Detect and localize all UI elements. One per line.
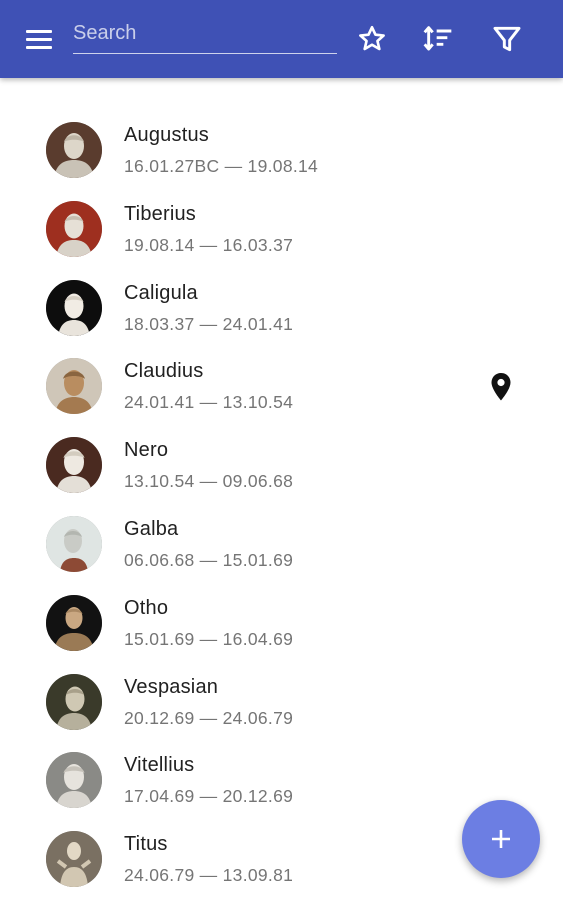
- add-button[interactable]: [462, 800, 540, 878]
- emperor-name: Vespasian: [124, 675, 219, 698]
- reign-dates: 06.06.68 — 15.01.69: [124, 549, 294, 570]
- avatar: [46, 831, 102, 888]
- app-screen: Augustus 16.01.27BC — 19.08.14 Tiberius …: [0, 0, 563, 900]
- star-outline-icon[interactable]: [356, 22, 388, 56]
- reign-dates: 24.01.41 — 13.10.54: [124, 392, 294, 413]
- list-item[interactable]: Caligula 18.03.37 — 24.01.41: [0, 258, 563, 337]
- avatar: [46, 673, 102, 730]
- avatar: [46, 515, 102, 572]
- avatar: [46, 200, 102, 257]
- add-icon: [492, 830, 510, 848]
- reign-dates: 20.12.69 — 24.06.79: [124, 707, 294, 728]
- avatar: [46, 594, 102, 651]
- menu-icon[interactable]: [24, 27, 55, 51]
- list-item[interactable]: Nero 13.10.54 — 09.06.68: [0, 415, 563, 494]
- emperor-name: Galba: [124, 517, 179, 540]
- emperor-name: Augustus: [124, 124, 209, 146]
- avatar: [46, 437, 102, 494]
- location-pin-icon[interactable]: [489, 372, 513, 402]
- emperor-name: Claudius: [124, 360, 204, 383]
- emperor-name: Nero: [124, 439, 169, 462]
- emperor-name: Titus: [124, 833, 168, 856]
- reign-dates: 18.03.37 — 24.01.41: [124, 313, 294, 334]
- reign-dates: 16.01.27BC — 19.08.14: [124, 156, 319, 176]
- sort-icon[interactable]: [422, 22, 454, 56]
- emperor-name: Otho: [124, 596, 169, 619]
- reign-dates: 19.08.14 — 16.03.37: [124, 234, 294, 255]
- emperor-name: Caligula: [124, 281, 198, 304]
- list-item[interactable]: Vitellius 17.04.69 — 20.12.69: [0, 730, 563, 809]
- top-app-bar: [0, 0, 563, 78]
- list-item[interactable]: Claudius 24.01.41 — 13.10.54: [0, 336, 563, 415]
- reign-dates: 24.06.79 — 13.09.81: [124, 865, 294, 886]
- avatar: [46, 752, 102, 809]
- reign-dates: 13.10.54 — 09.06.68: [124, 471, 294, 492]
- list-item[interactable]: Galba 06.06.68 — 15.01.69: [0, 494, 563, 573]
- avatar: [46, 279, 102, 336]
- list-item[interactable]: Vespasian 20.12.69 — 24.06.79: [0, 652, 563, 731]
- emperor-name: Tiberius: [124, 202, 196, 225]
- emperor-list: Augustus 16.01.27BC — 19.08.14 Tiberius …: [0, 100, 563, 888]
- avatar: [46, 358, 102, 415]
- reign-dates: 17.04.69 — 20.12.69: [124, 786, 294, 807]
- search-input[interactable]: [73, 18, 337, 54]
- avatar: [46, 122, 102, 178]
- emperor-name: Vitellius: [124, 754, 195, 777]
- filter-icon[interactable]: [491, 22, 523, 56]
- list-item[interactable]: Tiberius 19.08.14 — 16.03.37: [0, 179, 563, 258]
- list-item[interactable]: Augustus 16.01.27BC — 19.08.14: [0, 100, 563, 179]
- list-item[interactable]: Otho 15.01.69 — 16.04.69: [0, 573, 563, 652]
- reign-dates: 15.01.69 — 16.04.69: [124, 628, 294, 649]
